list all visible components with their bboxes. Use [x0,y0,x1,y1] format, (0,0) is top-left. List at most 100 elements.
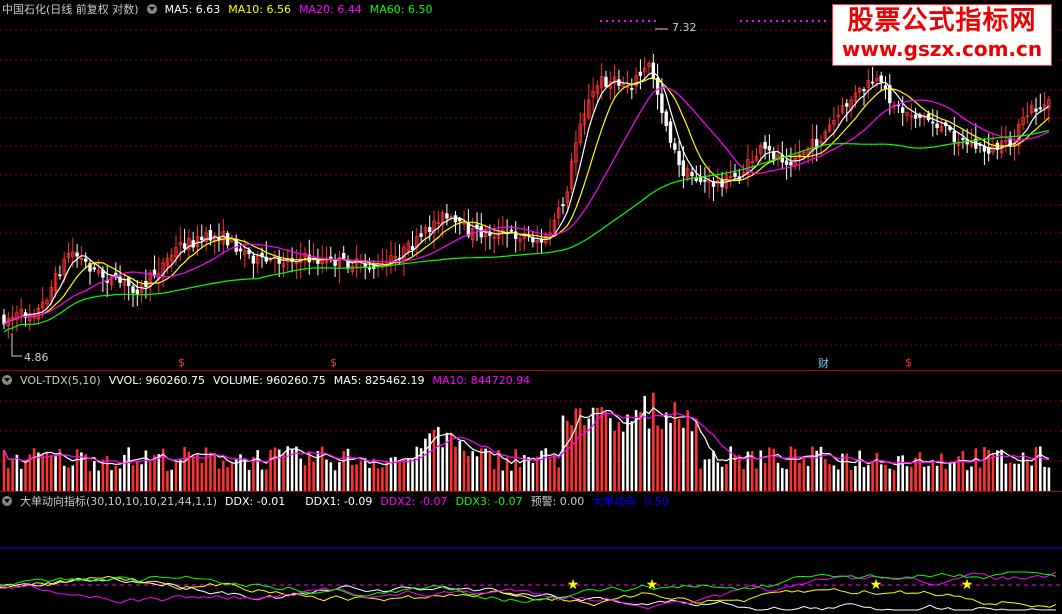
signal-dot [812,20,814,22]
dropdown-icon[interactable] [2,496,12,506]
ddx-panel[interactable]: ★ ★ ★ ★ 大单动向指标(30,10,10,10,21,44,1,1) DDX: … [0,492,1062,614]
volume-bar [514,449,517,491]
volume-bar [828,464,831,491]
vol-indicator-name[interactable]: VOL-TDX(5,10) [20,374,101,387]
volume-bar [686,410,689,491]
volume-bar [402,459,406,491]
volume-bar [157,454,161,491]
volume-bar [308,452,311,491]
volume-bar [738,455,741,491]
volume-bar [497,449,500,491]
signal-dot [746,20,748,22]
volume-bar [768,447,771,491]
ddx-chart[interactable]: ★ ★ ★ ★ [0,492,1062,614]
volume-bar [303,465,307,491]
candle-body [58,274,62,277]
ddx1-value: DDX1: -0.09 [305,494,373,508]
volume-bar [131,465,135,491]
volume-bar [505,457,509,491]
volume-bar [179,458,182,491]
volume-bar [381,467,384,491]
signal-dot [648,20,650,22]
event-mark-dividend-1[interactable]: $ [178,356,185,369]
signal-dot [600,20,602,22]
dropdown-icon[interactable] [2,375,12,385]
candle-body [509,229,514,232]
candle-body [1034,108,1038,112]
volume-bar [716,462,720,491]
ddx2-value: DDX2: -0.07 [380,494,448,508]
volume-bar [604,411,608,491]
volume-bar [174,462,178,491]
volume-bar [935,465,939,491]
ma5-line [3,71,1050,325]
event-mark-dividend-3[interactable]: $ [905,356,912,369]
volume-bar [136,460,139,491]
ma60-line [3,129,1050,333]
volume-bar [144,450,148,491]
volume-bar [553,455,556,491]
dropdown-icon[interactable] [146,4,157,14]
volume-bar [480,448,483,491]
volume-bar [953,462,956,491]
candle-body [604,76,608,87]
volume-bar [183,447,186,491]
volume-bar [41,453,44,491]
volume-bar [475,456,479,491]
kline-panel[interactable]: 中国石化(日线 前复权 对数) MA5: 6.63 MA10: 6.56 MA2… [0,0,1062,370]
candle-body [660,93,664,114]
candle-body [1038,107,1042,110]
volume-bar [802,456,806,491]
candle-body [690,172,694,177]
candle-body [883,85,888,89]
event-mark-dividend-2[interactable]: $ [330,356,337,369]
vol-ma5-value: MA5: 825462.19 [333,373,425,387]
volume-bar [677,419,681,491]
volume-bar [286,446,290,491]
candle-body [200,236,204,241]
candle-body [182,243,187,249]
volume-bar [832,465,836,491]
volume-bar [101,459,105,491]
signal-dot [776,20,778,22]
volume-chart[interactable] [0,371,1062,491]
volume-bar [1043,466,1046,491]
volume-bar [424,438,427,491]
candle-body [458,218,462,222]
signal-dot [606,20,608,22]
candle-body [931,121,935,124]
candle-body [952,130,956,143]
volume-bar [639,412,642,491]
volume-bar [80,452,83,491]
candle-body [668,121,673,143]
ddx-line-1 [0,577,1057,611]
ddx-indicator-name[interactable]: 大单动向指标(30,10,10,10,21,44,1,1) [20,493,217,509]
volume-bar [11,459,14,491]
stock-name[interactable]: 中国石化(日线 前复权 对数) [2,1,139,17]
candle-body [617,79,621,86]
warning-value: 预警: 0.00 [530,495,585,508]
candle-body [651,62,655,80]
candle-body [961,138,965,140]
volume-bar [1034,447,1038,491]
volume-bar [626,414,629,491]
volume-bar [467,455,470,491]
volume-bar [884,464,887,491]
volume-bar [471,451,474,491]
volume-bar [591,407,595,491]
volume-bar [759,450,763,491]
signal-dot [782,20,784,22]
volume-panel[interactable]: VOL-TDX(5,10) VVOL: 960260.75 VOLUME: 96… [0,371,1062,491]
volume-bar [385,460,388,491]
volume-bar [888,468,892,491]
volume-bar [948,463,952,491]
volume-bar [75,449,79,491]
ddx-header: 大单动向指标(30,10,10,10,21,44,1,1) DDX: -0.01… [2,494,669,508]
volume-bar [798,462,801,491]
event-mark-finance[interactable]: 财 [818,355,829,370]
volume-bar [93,460,96,491]
ma20-line [3,86,1050,325]
volume-bar [518,467,522,491]
candle-body [763,141,767,149]
candle-body [84,258,88,262]
